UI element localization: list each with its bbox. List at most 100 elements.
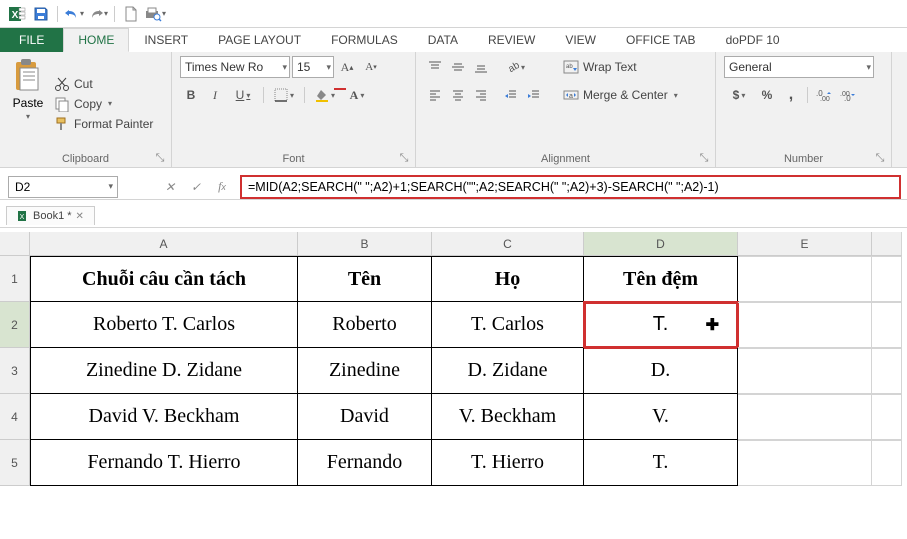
decrease-indent-icon[interactable] xyxy=(500,84,522,106)
cell[interactable]: D. xyxy=(584,348,738,394)
save-icon[interactable] xyxy=(30,3,52,25)
cell[interactable]: Roberto xyxy=(298,302,432,348)
number-format-combo[interactable]: General▾ xyxy=(724,56,874,78)
increase-font-icon[interactable]: A▴ xyxy=(336,56,358,78)
accounting-format-icon[interactable]: $▾ xyxy=(724,84,754,106)
increase-indent-icon[interactable] xyxy=(523,84,545,106)
italic-button[interactable]: I xyxy=(204,84,226,106)
col-header[interactable]: B xyxy=(298,232,432,256)
cell[interactable]: Tên đệm xyxy=(584,256,738,302)
col-header[interactable]: D xyxy=(584,232,738,256)
number-dialog-launcher-icon[interactable]: ⤡ xyxy=(873,151,887,165)
cell[interactable]: David V. Beckham xyxy=(30,394,298,440)
cell[interactable] xyxy=(738,348,872,394)
cut-button[interactable]: Cut xyxy=(54,76,153,92)
decrease-decimal-icon[interactable]: .00.0 xyxy=(837,84,859,106)
alignment-dialog-launcher-icon[interactable]: ⤡ xyxy=(697,151,711,165)
cell[interactable]: D. Zidane xyxy=(432,348,584,394)
tab-data[interactable]: DATA xyxy=(413,28,473,52)
row-header[interactable]: 2 xyxy=(0,302,30,348)
tab-page-layout[interactable]: PAGE LAYOUT xyxy=(203,28,316,52)
cell[interactable]: Zinedine D. Zidane xyxy=(30,348,298,394)
increase-decimal-icon[interactable]: .0.00 xyxy=(813,84,835,106)
cell[interactable] xyxy=(872,302,902,348)
cell[interactable]: David xyxy=(298,394,432,440)
tab-view[interactable]: VIEW xyxy=(550,28,611,52)
print-preview-icon[interactable]: ▾ xyxy=(144,3,166,25)
svg-text:ab: ab xyxy=(566,64,573,70)
cell[interactable]: Tên xyxy=(298,256,432,302)
select-all-corner[interactable] xyxy=(0,232,30,256)
cell[interactable]: Chuỗi câu cần tách xyxy=(30,256,298,302)
cell[interactable]: T. Carlos xyxy=(432,302,584,348)
row-header[interactable]: 3 xyxy=(0,348,30,394)
row-header[interactable]: 1 xyxy=(0,256,30,302)
redo-icon[interactable]: ▾ xyxy=(87,3,109,25)
clipboard-dialog-launcher-icon[interactable]: ⤡ xyxy=(153,151,167,165)
tab-review[interactable]: REVIEW xyxy=(473,28,550,52)
cell[interactable] xyxy=(738,256,872,302)
cell[interactable]: V. Beckham xyxy=(432,394,584,440)
enter-formula-icon[interactable]: ✓ xyxy=(184,176,208,198)
row-header[interactable]: 4 xyxy=(0,394,30,440)
format-painter-button[interactable]: Format Painter xyxy=(54,116,153,132)
tab-insert[interactable]: INSERT xyxy=(129,28,203,52)
tab-file[interactable]: FILE xyxy=(0,28,63,52)
merge-center-button[interactable]: a Merge & Center ▾ xyxy=(559,84,682,106)
orientation-icon[interactable]: ab▾ xyxy=(500,56,530,78)
comma-format-icon[interactable]: , xyxy=(780,84,802,106)
align-left-icon[interactable] xyxy=(424,84,446,106)
cell[interactable] xyxy=(872,440,902,486)
col-header[interactable]: A xyxy=(30,232,298,256)
tab-office-tab[interactable]: OFFICE TAB xyxy=(611,28,711,52)
border-button[interactable]: ▾ xyxy=(269,84,299,106)
cell-selected[interactable]: T.✚ xyxy=(584,302,738,348)
font-color-button[interactable]: A▾ xyxy=(342,84,372,106)
cell[interactable] xyxy=(872,256,902,302)
col-header[interactable] xyxy=(872,232,902,256)
font-name-combo[interactable]: Times New Ro▾ xyxy=(180,56,290,78)
wrap-text-button[interactable]: ab Wrap Text xyxy=(559,56,641,78)
font-size-combo[interactable]: 15▾ xyxy=(292,56,334,78)
name-box[interactable]: D2▾ xyxy=(8,176,118,198)
col-header[interactable]: E xyxy=(738,232,872,256)
cell[interactable]: T. xyxy=(584,440,738,486)
bold-button[interactable]: B xyxy=(180,84,202,106)
copy-button[interactable]: Copy ▾ xyxy=(54,96,153,112)
cell[interactable]: Fernando T. Hierro xyxy=(30,440,298,486)
cell[interactable]: Fernando xyxy=(298,440,432,486)
tab-formulas[interactable]: FORMULAS xyxy=(316,28,413,52)
cell[interactable]: V. xyxy=(584,394,738,440)
new-icon[interactable] xyxy=(120,3,142,25)
align-top-icon[interactable] xyxy=(424,56,446,78)
cell[interactable] xyxy=(738,394,872,440)
cell[interactable] xyxy=(872,348,902,394)
formula-input[interactable]: =MID(A2;SEARCH(" ";A2)+1;SEARCH("";A2;SE… xyxy=(240,175,901,199)
col-header[interactable]: C xyxy=(432,232,584,256)
underline-button[interactable]: U▾ xyxy=(228,84,258,106)
font-dialog-launcher-icon[interactable]: ⤡ xyxy=(397,151,411,165)
cell[interactable] xyxy=(738,302,872,348)
row-header[interactable]: 5 xyxy=(0,440,30,486)
align-center-icon[interactable] xyxy=(447,84,469,106)
close-tab-icon[interactable]: ✕ xyxy=(76,211,84,222)
insert-function-icon[interactable]: fx xyxy=(210,176,234,198)
cell[interactable] xyxy=(738,440,872,486)
align-middle-icon[interactable] xyxy=(447,56,469,78)
undo-icon[interactable]: ▾ xyxy=(63,3,85,25)
cell[interactable]: Họ xyxy=(432,256,584,302)
cell[interactable]: T. Hierro xyxy=(432,440,584,486)
svg-text:X: X xyxy=(20,214,25,221)
decrease-font-icon[interactable]: A▾ xyxy=(360,56,382,78)
workbook-tab[interactable]: X Book1 * ✕ xyxy=(6,206,95,225)
cell[interactable]: Roberto T. Carlos xyxy=(30,302,298,348)
tab-dopdf[interactable]: doPDF 10 xyxy=(711,28,795,52)
paste-button[interactable]: Paste ▾ xyxy=(8,56,48,151)
percent-format-icon[interactable]: % xyxy=(756,84,778,106)
tab-home[interactable]: HOME xyxy=(63,28,129,52)
cell[interactable] xyxy=(872,394,902,440)
cell[interactable]: Zinedine xyxy=(298,348,432,394)
align-right-icon[interactable] xyxy=(470,84,492,106)
cancel-formula-icon[interactable]: ✕ xyxy=(158,176,182,198)
align-bottom-icon[interactable] xyxy=(470,56,492,78)
